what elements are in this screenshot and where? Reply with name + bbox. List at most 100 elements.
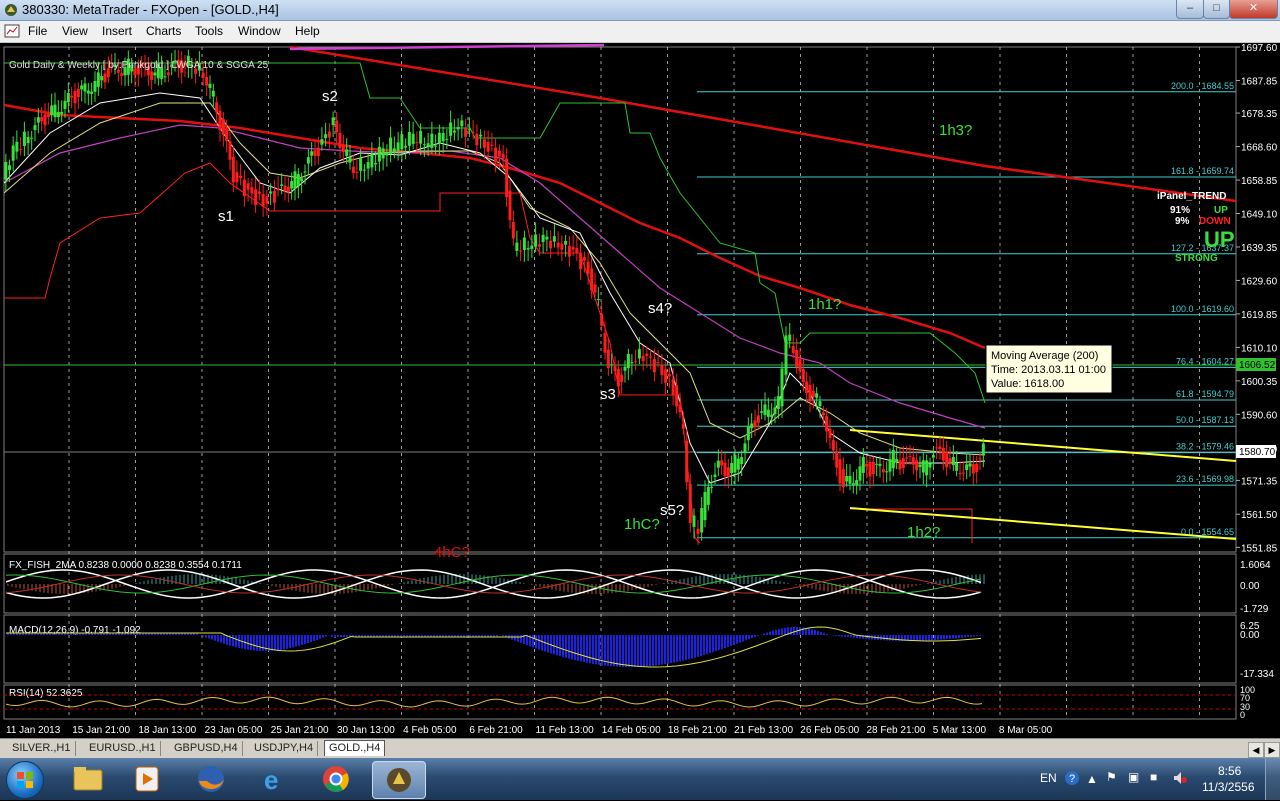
menu-tools[interactable]: Tools bbox=[195, 24, 223, 38]
candle-body bbox=[667, 373, 671, 377]
candle-body bbox=[225, 128, 229, 142]
candle-body bbox=[33, 125, 37, 131]
ipanel-down-label: DOWN bbox=[1199, 216, 1231, 227]
menu-charts[interactable]: Charts bbox=[146, 24, 181, 38]
candle-body bbox=[763, 404, 767, 416]
candle-body bbox=[381, 148, 385, 159]
start-button[interactable] bbox=[6, 761, 44, 799]
candle-body bbox=[120, 73, 124, 76]
taskbar-media-player[interactable] bbox=[121, 761, 173, 797]
wave-label-s2: s2 bbox=[322, 88, 338, 105]
time-axis-label: 5 Mar 13:00 bbox=[933, 725, 987, 736]
chart-window[interactable]: 200.0 - 1684.55 161.8 - 1659.74 127.2 - 16… bbox=[0, 43, 1280, 737]
tab-scroll-right-button[interactable]: ▶ bbox=[1264, 742, 1280, 758]
candle-body bbox=[76, 88, 80, 98]
candle-body bbox=[221, 118, 225, 135]
candle-body bbox=[600, 313, 604, 326]
candle-body bbox=[201, 72, 205, 78]
close-button[interactable]: ✕ bbox=[1229, 0, 1278, 19]
candle-body bbox=[464, 128, 468, 137]
tab-gold[interactable]: GOLD.,H4 bbox=[324, 740, 386, 756]
chrome-icon bbox=[323, 766, 349, 792]
help-tray-icon[interactable]: ? bbox=[1064, 770, 1080, 789]
candle-body bbox=[861, 457, 865, 473]
candle-body bbox=[945, 451, 949, 468]
taskbar-metatrader[interactable] bbox=[372, 761, 426, 799]
menu-insert[interactable]: Insert bbox=[102, 24, 132, 38]
fib-level-label: 23.6 - 1569.98 bbox=[1176, 474, 1234, 484]
menu-view[interactable]: View bbox=[62, 24, 88, 38]
candle-body bbox=[93, 81, 97, 92]
candle-body bbox=[776, 396, 780, 409]
show-desktop-button[interactable] bbox=[1265, 758, 1280, 800]
volume-tray-icon[interactable] bbox=[1172, 770, 1188, 789]
wave-label-4hc: 4hC? bbox=[434, 544, 470, 561]
menu-file[interactable]: File bbox=[28, 24, 47, 38]
taskbar-internet-explorer[interactable]: e bbox=[248, 761, 300, 797]
candle-body bbox=[53, 104, 57, 118]
candle-body bbox=[415, 142, 419, 144]
tab-silver[interactable]: SILVER.,H1 bbox=[8, 741, 76, 756]
candle-body bbox=[696, 528, 700, 534]
clock-date[interactable]: 11/3/2556 bbox=[1202, 780, 1255, 794]
tab-usdjpy[interactable]: USDJPY,H4 bbox=[250, 741, 319, 756]
tab-scroll-left-button[interactable]: ◀ bbox=[1248, 742, 1264, 758]
candle-body bbox=[475, 133, 479, 146]
windows-taskbar: e EN ? ▲ ⚑ ▣ ■ 8:56 11/3/2556 bbox=[0, 758, 1280, 800]
candle-body bbox=[456, 126, 460, 130]
candle-body bbox=[928, 463, 932, 468]
candle-body bbox=[293, 171, 297, 189]
fisher-signal-red bbox=[5, 574, 982, 594]
help-icon: ? bbox=[1065, 771, 1079, 785]
menu-window[interactable]: Window bbox=[238, 24, 281, 38]
candle-body bbox=[218, 110, 222, 130]
flag-tray-icon[interactable]: ⚑ bbox=[1106, 770, 1117, 784]
candle-body bbox=[422, 144, 426, 146]
candle-body bbox=[400, 134, 404, 150]
ma-magenta-line bbox=[3, 124, 986, 429]
taskbar-chrome[interactable] bbox=[310, 761, 362, 797]
candle-body bbox=[50, 105, 54, 116]
candle-body bbox=[300, 178, 304, 182]
tooltip-line-3: Value: 1618.00 bbox=[991, 378, 1064, 390]
tab-gbpusd[interactable]: GBPUSD,H4 bbox=[170, 741, 243, 756]
taskbar-explorer[interactable] bbox=[62, 761, 114, 797]
candle-body bbox=[254, 189, 258, 206]
wave-label-s4: s4? bbox=[648, 300, 672, 317]
candle-body bbox=[11, 145, 15, 161]
taskbar-firefox[interactable] bbox=[185, 761, 237, 797]
tooltip-line-2: Time: 2013.03.11 01:00 bbox=[991, 364, 1106, 376]
candle-body bbox=[306, 157, 310, 164]
candle-body bbox=[805, 381, 809, 393]
menu-help[interactable]: Help bbox=[295, 24, 320, 38]
maximize-button[interactable]: □ bbox=[1203, 0, 1230, 19]
language-indicator[interactable]: EN bbox=[1040, 771, 1057, 785]
candle-body bbox=[811, 390, 815, 397]
candle-body bbox=[335, 120, 339, 133]
candle-body bbox=[720, 460, 724, 466]
candle-body bbox=[56, 111, 60, 118]
candle-body bbox=[868, 461, 872, 477]
candle-body bbox=[231, 156, 235, 183]
firefox-icon bbox=[198, 766, 224, 792]
tab-eurusd[interactable]: EURUSD.,H1 bbox=[85, 741, 161, 756]
candle-body bbox=[616, 369, 620, 387]
price-chart[interactable]: 200.0 - 1684.55161.8 - 1659.74127.2 - 16… bbox=[0, 43, 1280, 737]
candle-body bbox=[404, 145, 408, 148]
price-axis-label: 1668.60 bbox=[1241, 143, 1278, 154]
price-axis-label: 1571.35 bbox=[1241, 476, 1278, 487]
price-axis-label: 1687.85 bbox=[1241, 76, 1278, 87]
usb-tray-icon[interactable]: ▣ bbox=[1128, 770, 1139, 784]
candle-body bbox=[316, 147, 320, 157]
candle-body bbox=[552, 236, 556, 242]
network-tray-icon[interactable]: ■ bbox=[1150, 770, 1157, 784]
current-price-label: 1580.70 bbox=[1239, 447, 1276, 458]
candle-body bbox=[915, 460, 919, 471]
candle-body bbox=[825, 416, 829, 432]
time-axis-label: 6 Feb 21:00 bbox=[469, 725, 523, 736]
minimize-button[interactable]: ‒ bbox=[1176, 0, 1204, 19]
candle-body bbox=[801, 369, 805, 383]
tray-expand-icon[interactable]: ▲ bbox=[1086, 772, 1098, 786]
clock-time[interactable]: 8:56 bbox=[1218, 764, 1241, 778]
candle-body bbox=[482, 139, 486, 148]
